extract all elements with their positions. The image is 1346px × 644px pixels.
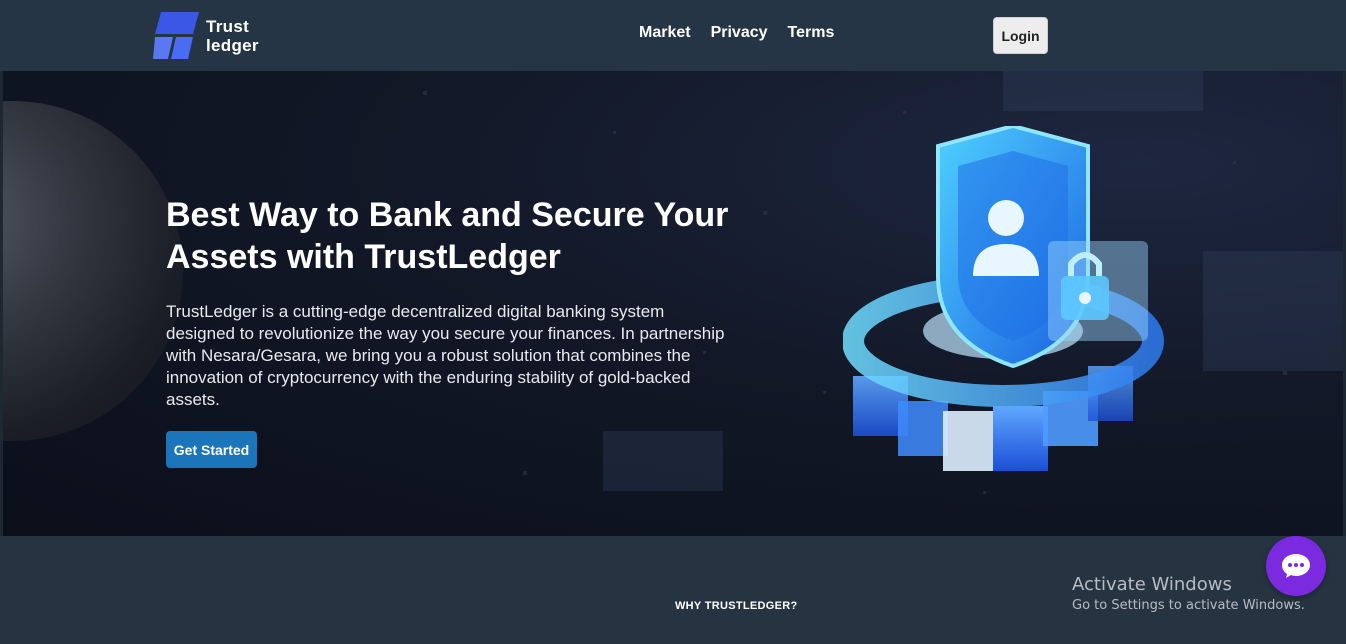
nav-market[interactable]: Market xyxy=(639,24,691,42)
hero-title-line2: Assets with TrustLedger xyxy=(166,238,561,276)
hero-title: Best Way to Bank and Secure Your Assets … xyxy=(166,194,766,278)
why-heading: WHY TRUSTLEDGER? xyxy=(675,600,798,612)
page: Trust ledger Market Privacy Terms Login xyxy=(0,0,1346,644)
chat-bubble-icon xyxy=(1282,554,1310,578)
watermark-line2: Go to Settings to activate Windows. xyxy=(1072,598,1305,613)
site-header: Trust ledger Market Privacy Terms Login xyxy=(0,0,1346,71)
main-nav: Market Privacy Terms xyxy=(639,24,834,42)
nav-terms[interactable]: Terms xyxy=(788,24,835,42)
shield-user-lock-icon xyxy=(843,126,1164,471)
hero-section: Best Way to Bank and Secure Your Assets … xyxy=(3,71,1343,536)
login-button[interactable]: Login xyxy=(993,17,1048,54)
get-started-button[interactable]: Get Started xyxy=(166,431,257,468)
chat-button[interactable] xyxy=(1266,536,1326,596)
logo[interactable]: Trust ledger xyxy=(153,11,273,61)
logo-text-line2: ledger xyxy=(206,36,259,55)
logo-text: Trust ledger xyxy=(206,17,259,55)
hero-title-line1: Best Way to Bank and Secure Your xyxy=(166,196,729,234)
nav-privacy[interactable]: Privacy xyxy=(711,24,768,42)
hero-description: TrustLedger is a cutting-edge decentrali… xyxy=(166,302,725,409)
logo-text-line1: Trust xyxy=(206,17,250,36)
why-section: WHY TRUSTLEDGER? Activate Windows Go to … xyxy=(0,536,1346,644)
logo-mark-icon xyxy=(153,12,199,60)
